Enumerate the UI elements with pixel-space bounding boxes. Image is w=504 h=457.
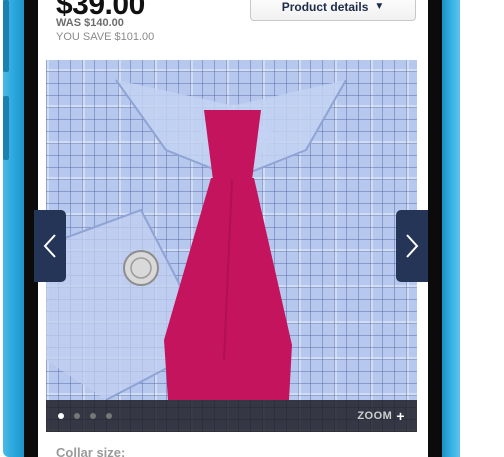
- slide-dot-3[interactable]: [90, 413, 96, 419]
- chevron-right-icon: [406, 234, 419, 258]
- previous-image-button[interactable]: [34, 210, 66, 282]
- tie-knot: [204, 110, 261, 180]
- gallery-controls-bar: ZOOM +: [46, 400, 417, 432]
- shirt-and-tie-photo: [46, 79, 347, 401]
- collar-size-label: Collar size:: [56, 445, 126, 457]
- chevron-left-icon: [43, 234, 56, 258]
- product-details-button[interactable]: Product details ▼: [250, 0, 416, 21]
- plus-icon: +: [396, 408, 405, 424]
- product-details-label: Product details: [281, 0, 369, 14]
- cufflink: [123, 250, 159, 286]
- triangle-down-icon: ▼: [374, 1, 385, 12]
- original-price: WAS $140.00: [56, 17, 124, 29]
- phone-volume-up-button: [3, 0, 9, 72]
- slide-dot-4[interactable]: [106, 413, 112, 419]
- phone-frame-right: [442, 0, 460, 457]
- slide-dot-2[interactable]: [74, 413, 80, 419]
- phone-volume-down-button: [3, 96, 9, 160]
- slide-dot-1[interactable]: [58, 413, 64, 419]
- product-image-gallery[interactable]: ZOOM +: [46, 60, 417, 432]
- savings-text: YOU SAVE $101.00: [56, 31, 155, 43]
- zoom-button[interactable]: ZOOM +: [357, 408, 405, 424]
- zoom-label: ZOOM: [357, 410, 393, 422]
- product-screen: $39.00 WAS $140.00 YOU SAVE $101.00 Prod…: [38, 0, 428, 457]
- next-image-button[interactable]: [396, 210, 428, 282]
